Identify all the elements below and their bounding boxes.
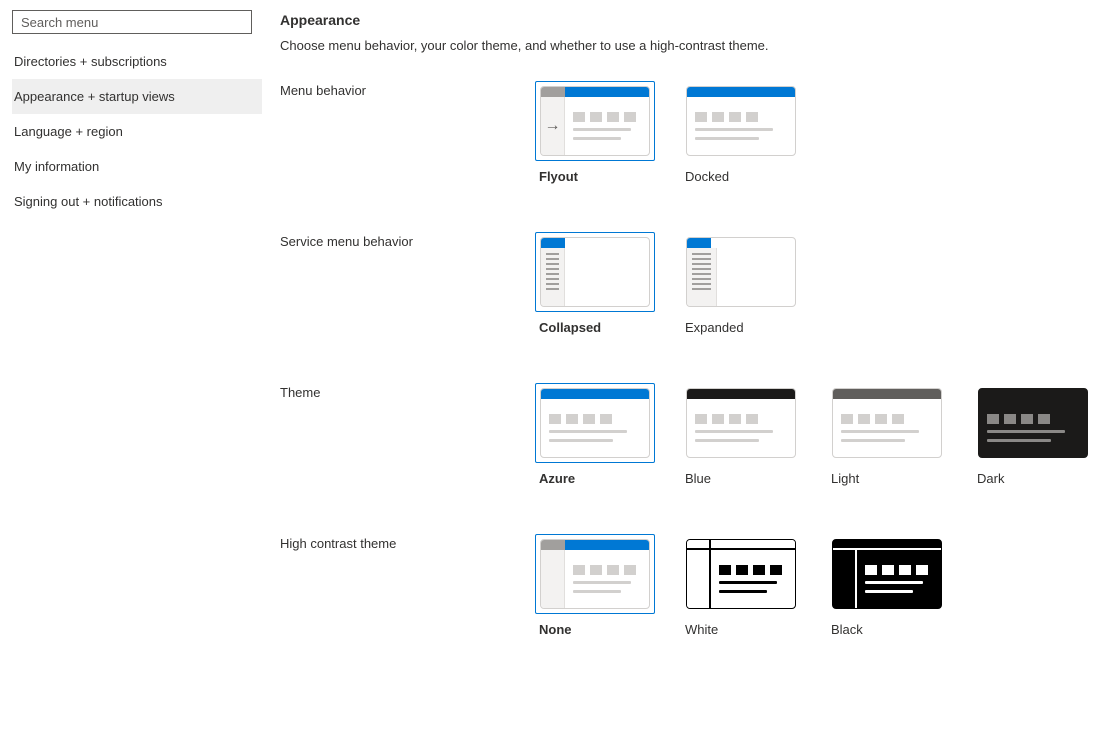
option-docked[interactable]: Docked bbox=[681, 81, 801, 184]
option-theme-dark[interactable]: Dark bbox=[973, 383, 1093, 486]
search-input[interactable] bbox=[12, 10, 252, 34]
sidebar-item-appearance[interactable]: Appearance + startup views bbox=[12, 79, 262, 114]
option-label: Dark bbox=[973, 471, 1093, 486]
option-theme-blue[interactable]: Blue bbox=[681, 383, 801, 486]
option-hc-black[interactable]: Black bbox=[827, 534, 947, 637]
option-theme-light[interactable]: Light bbox=[827, 383, 947, 486]
option-label: None bbox=[535, 622, 655, 637]
option-label: Black bbox=[827, 622, 947, 637]
option-flyout[interactable]: → Flyout bbox=[535, 81, 655, 184]
sidebar-item-directories[interactable]: Directories + subscriptions bbox=[12, 44, 262, 79]
setting-theme: Theme Azure bbox=[280, 383, 1093, 486]
setting-high-contrast: High contrast theme None bbox=[280, 534, 1093, 637]
setting-label-menu-behavior: Menu behavior bbox=[280, 81, 535, 98]
option-theme-azure[interactable]: Azure bbox=[535, 383, 655, 486]
setting-menu-behavior: Menu behavior → Flyout bbox=[280, 81, 1093, 184]
option-expanded[interactable]: Expanded bbox=[681, 232, 801, 335]
option-label: Azure bbox=[535, 471, 655, 486]
sidebar-item-language[interactable]: Language + region bbox=[12, 114, 262, 149]
page-title: Appearance bbox=[280, 12, 1093, 28]
option-label: Docked bbox=[681, 169, 801, 184]
option-label: Collapsed bbox=[535, 320, 655, 335]
page-description: Choose menu behavior, your color theme, … bbox=[280, 38, 1093, 53]
option-label: Expanded bbox=[681, 320, 801, 335]
main-content: Appearance Choose menu behavior, your co… bbox=[262, 0, 1113, 747]
option-label: Blue bbox=[681, 471, 801, 486]
setting-label-high-contrast: High contrast theme bbox=[280, 534, 535, 551]
option-label: Light bbox=[827, 471, 947, 486]
settings-sidebar: Directories + subscriptions Appearance +… bbox=[0, 0, 262, 747]
option-hc-none[interactable]: None bbox=[535, 534, 655, 637]
sidebar-item-signing-out[interactable]: Signing out + notifications bbox=[12, 184, 262, 219]
option-hc-white[interactable]: White bbox=[681, 534, 801, 637]
setting-service-menu-behavior: Service menu behavior Collapsed bbox=[280, 232, 1093, 335]
setting-label-service-menu: Service menu behavior bbox=[280, 232, 535, 249]
option-label: White bbox=[681, 622, 801, 637]
option-collapsed[interactable]: Collapsed bbox=[535, 232, 655, 335]
option-label: Flyout bbox=[535, 169, 655, 184]
setting-label-theme: Theme bbox=[280, 383, 535, 400]
arrow-right-icon: → bbox=[545, 117, 561, 135]
sidebar-item-my-information[interactable]: My information bbox=[12, 149, 262, 184]
